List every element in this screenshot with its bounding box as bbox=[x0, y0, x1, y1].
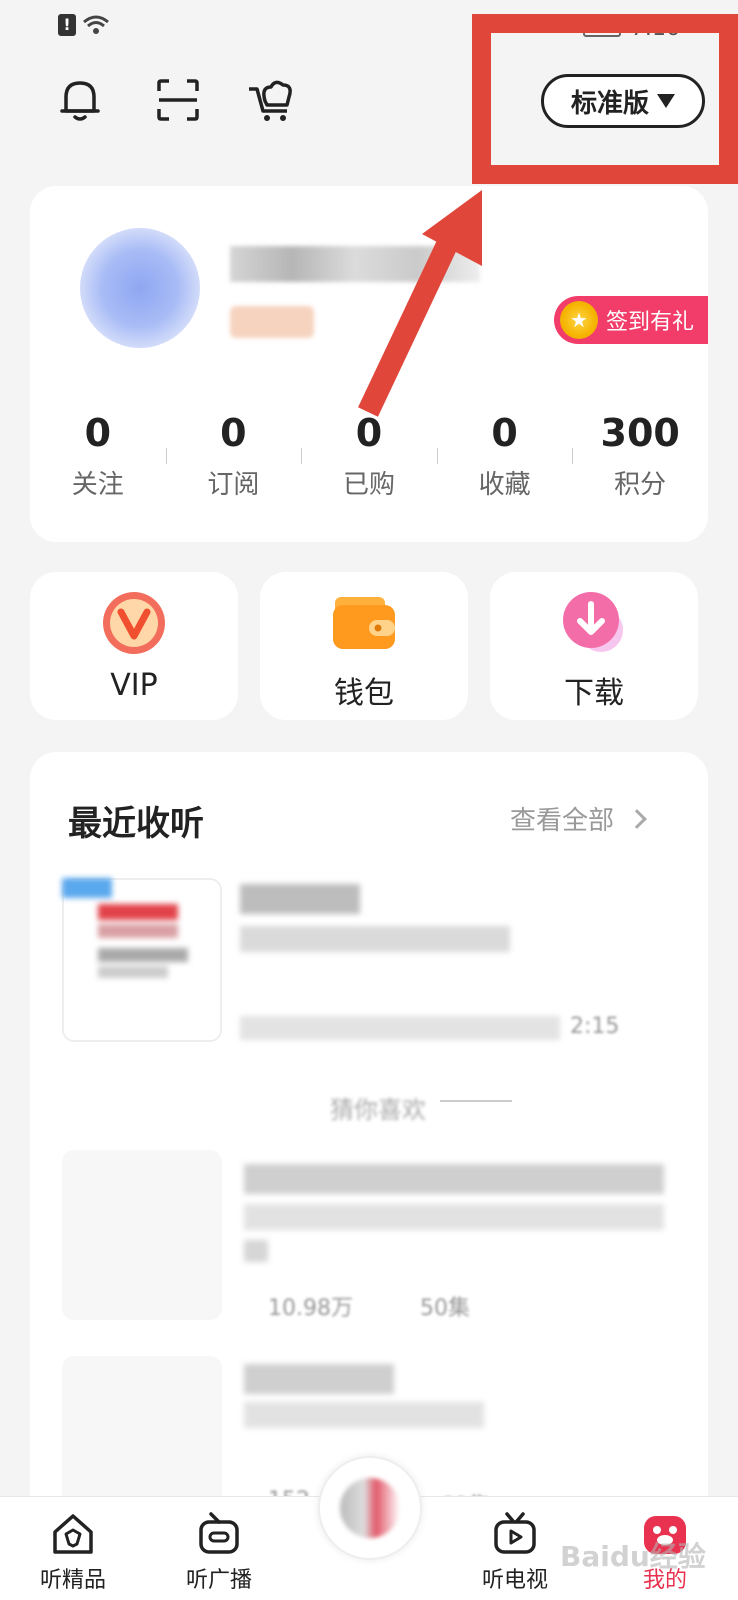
mini-player-cover-blurred bbox=[340, 1478, 400, 1538]
recent-item-cover-blurred bbox=[62, 878, 222, 1042]
mini-player-button[interactable] bbox=[318, 1456, 422, 1560]
recommend-item-plays: 10.98万 bbox=[268, 1296, 353, 1321]
recommend-item-desc-blurred bbox=[244, 1402, 484, 1428]
view-all-label: 查看全部 bbox=[510, 806, 615, 836]
scan-icon[interactable] bbox=[152, 74, 204, 126]
recent-item-title-blurred bbox=[240, 884, 360, 914]
tab-label: 听电视 bbox=[481, 1568, 548, 1593]
recent-item-time: 2:15 bbox=[570, 1014, 620, 1039]
signin-reward-button[interactable]: ★ 签到有礼 bbox=[554, 296, 708, 344]
radio-icon bbox=[199, 1512, 239, 1554]
annotation-arrow-icon bbox=[358, 190, 482, 417]
signin-label: 签到有礼 bbox=[606, 310, 695, 335]
vip-label: VIP bbox=[110, 668, 158, 703]
view-all-link[interactable]: 查看全部 bbox=[510, 800, 647, 837]
tab-premium[interactable]: 听精品 bbox=[18, 1512, 128, 1594]
user-tag-blurred bbox=[230, 306, 314, 338]
download-icon bbox=[561, 590, 627, 656]
download-button[interactable]: 下载 bbox=[490, 572, 698, 720]
recommend-item-title-blurred bbox=[244, 1364, 394, 1394]
wifi-icon bbox=[83, 15, 109, 34]
avatar[interactable] bbox=[80, 228, 200, 348]
tab-label: 听广播 bbox=[185, 1568, 252, 1593]
vip-button[interactable]: VIP bbox=[30, 572, 238, 720]
vip-icon bbox=[101, 590, 167, 656]
recommend-item-desc-blurred-2 bbox=[244, 1240, 268, 1262]
home-shield-icon bbox=[53, 1514, 93, 1554]
download-label: 下载 bbox=[564, 676, 624, 711]
recent-item-progress-blurred bbox=[240, 1016, 560, 1040]
stat-label: 已购 bbox=[342, 470, 395, 500]
recent-title: 最近收听 bbox=[68, 804, 204, 844]
recommend-item-thumbnail[interactable] bbox=[62, 1150, 222, 1320]
stat-follow[interactable]: 0 关注 bbox=[30, 410, 166, 501]
bell-icon[interactable] bbox=[54, 74, 106, 126]
stat-value: 300 bbox=[600, 411, 680, 455]
stat-points[interactable]: 300 积分 bbox=[572, 410, 708, 501]
annotation-highlight-box bbox=[472, 14, 738, 184]
recommend-item-desc-blurred bbox=[244, 1204, 664, 1230]
wallet-icon bbox=[331, 590, 397, 656]
coin-star-icon: ★ bbox=[560, 301, 598, 339]
guess-divider bbox=[440, 1100, 512, 1102]
recommend-item-episodes: 50集 bbox=[420, 1296, 470, 1321]
stat-label: 关注 bbox=[71, 470, 124, 500]
alert-icon: ! bbox=[58, 14, 76, 36]
stat-label: 收藏 bbox=[478, 470, 531, 500]
wallet-label: 钱包 bbox=[334, 676, 394, 711]
watermark: Baidu经验 bbox=[560, 1540, 706, 1573]
tab-radio[interactable]: 听广播 bbox=[164, 1512, 274, 1594]
recent-item-subtitle-blurred bbox=[240, 926, 510, 952]
stat-value: 0 bbox=[84, 411, 112, 455]
stat-value: 0 bbox=[220, 411, 247, 455]
stat-subscribe[interactable]: 0 订阅 bbox=[165, 410, 302, 501]
wallet-button[interactable]: 钱包 bbox=[260, 572, 468, 720]
chevron-right-icon bbox=[627, 808, 647, 829]
tab-label: 听精品 bbox=[39, 1568, 106, 1593]
guess-you-like-label: 猜你喜欢 bbox=[330, 1096, 426, 1124]
tv-icon bbox=[494, 1512, 536, 1554]
recommend-item-title-blurred bbox=[244, 1164, 664, 1194]
status-bar-left: ! bbox=[58, 14, 110, 36]
tab-tv[interactable]: 听电视 bbox=[460, 1512, 570, 1594]
stat-label: 订阅 bbox=[207, 470, 260, 500]
recommend-item-thumbnail[interactable] bbox=[62, 1356, 222, 1506]
chef-cart-icon[interactable] bbox=[246, 74, 298, 126]
stat-label: 积分 bbox=[614, 470, 667, 500]
